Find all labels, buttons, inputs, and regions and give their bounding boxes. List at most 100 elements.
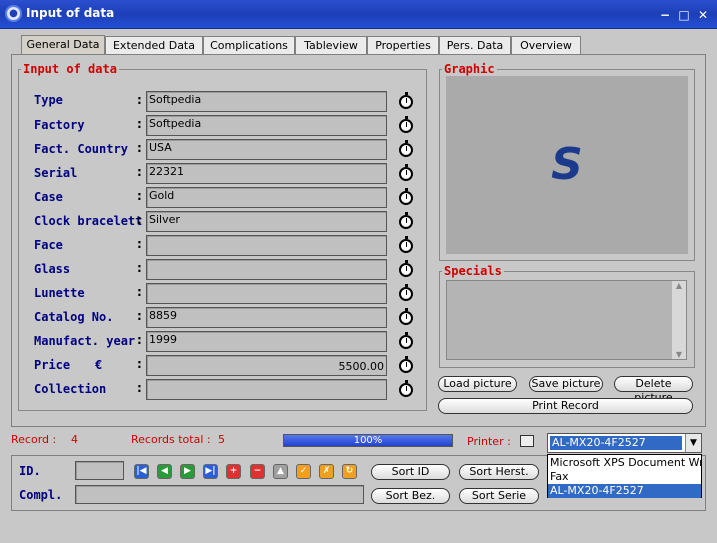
colon: : <box>137 261 142 275</box>
minimize-button[interactable]: − <box>656 6 674 24</box>
id-label: ID. <box>19 464 41 478</box>
tab-properties[interactable]: Properties <box>367 36 439 54</box>
stopwatch-icon[interactable] <box>399 92 413 109</box>
catalog-no-label: Catalog No. <box>34 310 114 324</box>
stopwatch-icon[interactable] <box>399 284 413 301</box>
stopwatch-icon[interactable] <box>399 140 413 157</box>
serial-label: Serial <box>34 166 78 180</box>
colon: : <box>137 117 142 131</box>
chevron-down-icon[interactable]: ▼ <box>685 434 701 452</box>
stopwatch-icon[interactable] <box>399 332 413 349</box>
currency-symbol: € <box>95 358 103 372</box>
stopwatch-icon[interactable] <box>399 260 413 277</box>
printer-select[interactable]: AL-MX20-4F2527 ▼ <box>547 433 702 453</box>
colon: : <box>137 165 142 179</box>
face-field[interactable] <box>146 235 387 256</box>
last-record-icon[interactable]: ▶| <box>203 464 218 479</box>
records-total-label: Records total : <box>131 433 211 446</box>
add-record-icon[interactable]: + <box>226 464 241 479</box>
confirm-icon[interactable]: ✓ <box>296 464 311 479</box>
previous-record-icon[interactable]: ◀ <box>157 464 172 479</box>
delete-record-icon[interactable]: − <box>250 464 265 479</box>
sort-serie-button[interactable]: Sort Serie <box>459 488 539 504</box>
scroll-up-icon[interactable]: ▲ <box>672 281 686 290</box>
collection-field[interactable] <box>146 379 387 400</box>
stopwatch-icon[interactable] <box>399 356 413 373</box>
stopwatch-icon[interactable] <box>399 212 413 229</box>
sort-herst-button[interactable]: Sort Herst. <box>459 464 539 480</box>
refresh-icon[interactable]: ↻ <box>342 464 357 479</box>
lunette-field[interactable] <box>146 283 387 304</box>
case-field[interactable]: Gold <box>146 187 387 208</box>
printer-option-selected[interactable]: AL-MX20-4F2527 <box>548 484 701 498</box>
next-record-icon[interactable]: ▶ <box>180 464 195 479</box>
glass-field[interactable] <box>146 259 387 280</box>
tab-overview[interactable]: Overview <box>511 36 581 54</box>
delete-picture-button[interactable]: Delete picture <box>614 376 693 404</box>
print-record-button[interactable]: Print Record <box>438 398 693 414</box>
manufact-year-field[interactable]: 1999 <box>146 331 387 352</box>
stopwatch-icon[interactable] <box>399 380 413 397</box>
specials-textarea[interactable]: ▲ ▼ <box>446 280 687 360</box>
face-label: Face <box>34 238 63 252</box>
serial-field[interactable]: 22321 <box>146 163 387 184</box>
graphic-group-title: Graphic <box>442 62 497 76</box>
printer-dropdown-list: Microsoft XPS Document Writer Fax AL-MX2… <box>547 454 702 498</box>
colon: : <box>137 381 142 395</box>
load-picture-button[interactable]: Load picture <box>438 376 517 392</box>
case-label: Case <box>34 190 63 204</box>
sort-bez-button[interactable]: Sort Bez. <box>371 488 450 504</box>
factory-field[interactable]: Softpedia <box>146 115 387 136</box>
edit-record-icon[interactable]: ▲ <box>273 464 288 479</box>
tab-extended-data[interactable]: Extended Data <box>105 36 203 54</box>
printer-option[interactable]: Fax <box>548 470 701 484</box>
picture-area[interactable]: S <box>446 76 688 254</box>
price-label: Price <box>34 358 71 372</box>
scroll-down-icon[interactable]: ▼ <box>672 350 686 359</box>
save-picture-button[interactable]: Save picture <box>529 376 603 392</box>
glass-label: Glass <box>34 262 71 276</box>
compl-label: Compl. <box>19 488 63 502</box>
colon: : <box>137 333 142 347</box>
app-icon: ● <box>5 5 22 22</box>
id-field[interactable] <box>75 461 124 480</box>
stopwatch-icon[interactable] <box>399 308 413 325</box>
stopwatch-icon[interactable] <box>399 164 413 181</box>
maximize-button[interactable]: □ <box>675 6 693 24</box>
type-field[interactable]: Softpedia <box>146 91 387 112</box>
price-field[interactable]: 5500.00 <box>146 355 387 376</box>
cancel-icon[interactable]: ✗ <box>319 464 334 479</box>
tab-pers-data[interactable]: Pers. Data <box>439 36 511 54</box>
type-label: Type <box>34 93 63 107</box>
progress-bar: 100% <box>283 434 453 447</box>
clock-bracelett-field[interactable]: Silver <box>146 211 387 232</box>
stopwatch-icon[interactable] <box>399 116 413 133</box>
printer-icon[interactable] <box>520 435 534 447</box>
specials-scrollbar[interactable]: ▲ ▼ <box>672 281 686 359</box>
tab-complications[interactable]: Complications <box>203 36 295 54</box>
title-bar: ● Input of data − □ ✕ <box>0 0 717 29</box>
catalog-no-field[interactable]: 8859 <box>146 307 387 328</box>
printer-label: Printer : <box>467 435 511 448</box>
softpedia-logo: S <box>551 139 583 190</box>
stopwatch-icon[interactable] <box>399 188 413 205</box>
manufact-year-label: Manufact. year <box>34 334 136 348</box>
clock-bracelett-label: Clock bracelett <box>34 214 143 228</box>
printer-option[interactable]: Microsoft XPS Document Writer <box>548 456 701 470</box>
factory-label: Factory <box>34 118 85 132</box>
colon: : <box>137 285 142 299</box>
sort-id-button[interactable]: Sort ID <box>371 464 450 480</box>
colon: : <box>137 213 142 227</box>
colon: : <box>137 93 142 107</box>
colon: : <box>137 141 142 155</box>
first-record-icon[interactable]: |◀ <box>134 464 149 479</box>
close-button[interactable]: ✕ <box>694 6 712 24</box>
lunette-label: Lunette <box>34 286 85 300</box>
specials-group-title: Specials <box>442 264 504 278</box>
fact-country-field[interactable]: USA <box>146 139 387 160</box>
tab-tableview[interactable]: Tableview <box>295 36 367 54</box>
compl-field[interactable] <box>75 485 364 504</box>
stopwatch-icon[interactable] <box>399 236 413 253</box>
tab-general-data[interactable]: General Data <box>21 35 105 55</box>
input-group-title: Input of data <box>21 62 119 76</box>
